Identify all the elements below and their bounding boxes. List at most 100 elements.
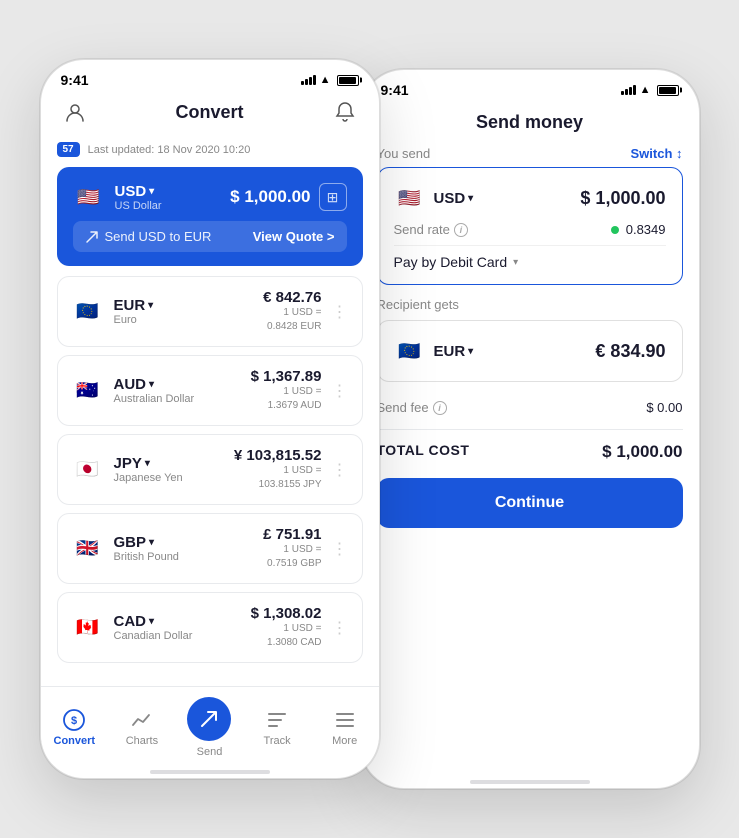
right-phone-content: You send Switch ↕ 🇺🇸 USD ▾ $ 1,000.00 (361, 146, 699, 774)
usd-code-right: USD ▾ (434, 190, 474, 207)
usd-name: US Dollar (115, 200, 162, 212)
aud-menu-icon[interactable]: ⋮ (332, 381, 348, 401)
send-rate-value: 0.8349 (611, 222, 666, 237)
gbp-menu-icon[interactable]: ⋮ (332, 539, 348, 559)
nav-charts-label: Charts (126, 735, 158, 747)
time-right: 9:41 (381, 82, 409, 98)
profile-icon[interactable] (61, 98, 89, 126)
eur-flag-right: 🇪🇺 (394, 335, 426, 367)
cad-flag: 🇨🇦 (72, 612, 104, 644)
nav-track-label: Track (264, 735, 291, 747)
jpy-rate: 1 USD =103.8155 JPY (234, 464, 322, 492)
gbp-card[interactable]: 🇬🇧 GBP ▾ British Pound £ 751.91 1 USD =0… (57, 513, 363, 584)
usd-flag: 🇺🇸 (73, 181, 105, 213)
signal-icon-right (621, 85, 636, 95)
gbp-flag: 🇬🇧 (72, 533, 104, 565)
home-indicator-right (470, 780, 590, 784)
send-fee-info-icon[interactable]: i (433, 401, 447, 415)
left-phone: 9:41 ▲ Conv (40, 59, 380, 779)
continue-button[interactable]: Continue (377, 478, 683, 528)
send-rate-label: Send rate i (394, 222, 468, 237)
last-updated-bar: 57 Last updated: 18 Nov 2020 10:20 (57, 136, 363, 167)
recipient-card: 🇪🇺 EUR ▾ € 834.90 (377, 320, 683, 382)
eur-card[interactable]: 🇪🇺 EUR ▾ Euro € 842.76 1 USD =0.8428 EUR (57, 276, 363, 347)
eur-amount: € 842.76 (263, 289, 321, 306)
jpy-code: JPY ▾ (114, 455, 183, 472)
jpy-menu-icon[interactable]: ⋮ (332, 460, 348, 480)
nav-track[interactable]: Track (247, 708, 307, 747)
gbp-amount: £ 751.91 (263, 526, 321, 543)
nav-charts[interactable]: Charts (112, 708, 172, 747)
recipient-row: 🇪🇺 EUR ▾ € 834.90 (394, 335, 666, 367)
nav-convert-label: Convert (54, 735, 96, 747)
nav-more[interactable]: More (315, 708, 375, 747)
eur-code-right: EUR ▾ (434, 343, 474, 360)
left-phone-content: 57 Last updated: 18 Nov 2020 10:20 🇺🇸 US… (41, 136, 379, 686)
you-send-card: 🇺🇸 USD ▾ $ 1,000.00 Send rate i (377, 167, 683, 285)
aud-flag: 🇦🇺 (72, 375, 104, 407)
wifi-icon-right: ▲ (640, 84, 651, 96)
you-send-label: You send (377, 146, 431, 161)
send-fab[interactable] (187, 697, 231, 741)
battery-icon (337, 75, 359, 86)
status-bar-left: 9:41 ▲ (41, 60, 379, 94)
usd-code: USD ▾ (115, 183, 162, 200)
wifi-icon: ▲ (320, 74, 331, 86)
header-title-left: Convert (89, 102, 331, 123)
header-left: Convert (41, 94, 379, 136)
total-cost-label: TOTAL COST (377, 442, 470, 462)
cad-name: Canadian Dollar (114, 630, 193, 642)
you-send-header-row: You send Switch ↕ (377, 146, 683, 161)
send-quote-row[interactable]: Send USD to EUR View Quote > (73, 221, 347, 252)
aud-name: Australian Dollar (114, 393, 195, 405)
send-rate-info-icon[interactable]: i (454, 223, 468, 237)
you-send-currency[interactable]: 🇺🇸 USD ▾ (394, 182, 474, 214)
send-rate-row: Send rate i 0.8349 (394, 214, 666, 246)
battery-icon-right (657, 85, 679, 96)
calculator-icon[interactable]: ⊞ (319, 183, 347, 211)
signal-icon (301, 75, 316, 85)
cad-rate: 1 USD =1.3080 CAD (251, 622, 322, 650)
usd-flag-right: 🇺🇸 (394, 182, 426, 214)
send-label: Send USD to EUR (85, 229, 212, 244)
nav-convert[interactable]: $ Convert (44, 708, 104, 747)
recipient-currency[interactable]: 🇪🇺 EUR ▾ (394, 335, 474, 367)
aud-card[interactable]: 🇦🇺 AUD ▾ Australian Dollar $ 1,367.89 1 … (57, 355, 363, 426)
send-fee-label: Send fee i (377, 400, 447, 415)
green-dot (611, 226, 619, 234)
status-icons-right: ▲ (621, 84, 679, 96)
bell-icon[interactable] (331, 98, 359, 126)
send-fee-value: $ 0.00 (646, 400, 682, 415)
total-cost-row: TOTAL COST $ 1,000.00 (377, 429, 683, 474)
svg-text:$: $ (71, 715, 77, 727)
switch-btn[interactable]: Switch ↕ (630, 146, 682, 161)
cad-amount: $ 1,308.02 (251, 605, 322, 622)
nav-send[interactable]: Send (179, 697, 239, 758)
last-updated-text: Last updated: 18 Nov 2020 10:20 (88, 144, 251, 156)
eur-flag: 🇪🇺 (72, 296, 104, 328)
view-quote-btn[interactable]: View Quote > (253, 229, 335, 244)
nav-send-label: Send (197, 746, 223, 758)
gbp-rate: 1 USD =0.7519 GBP (263, 543, 321, 571)
send-fee-row: Send fee i $ 0.00 (377, 390, 683, 425)
header-title-right: Send money (409, 112, 651, 133)
status-icons-left: ▲ (301, 74, 359, 86)
nav-more-label: More (332, 735, 357, 747)
total-cost-value: $ 1,000.00 (602, 442, 682, 462)
pay-method-label: Pay by Debit Card (394, 254, 508, 270)
main-currency-card[interactable]: 🇺🇸 USD ▾ US Dollar $ 1,000.00 ⊞ (57, 167, 363, 266)
eur-menu-icon[interactable]: ⋮ (332, 302, 348, 322)
pay-method-row[interactable]: Pay by Debit Card ▾ (394, 246, 666, 270)
jpy-flag: 🇯🇵 (72, 454, 104, 486)
aud-rate: 1 USD =1.3679 AUD (251, 385, 322, 413)
gbp-code: GBP ▾ (114, 534, 179, 551)
jpy-card[interactable]: 🇯🇵 JPY ▾ Japanese Yen ¥ 103,815.52 1 USD… (57, 434, 363, 505)
jpy-name: Japanese Yen (114, 472, 183, 484)
header-right: Send money (361, 104, 699, 146)
aud-code: AUD ▾ (114, 376, 195, 393)
jpy-amount: ¥ 103,815.52 (234, 447, 322, 464)
home-indicator-left (150, 770, 270, 774)
cad-menu-icon[interactable]: ⋮ (332, 618, 348, 638)
cad-card[interactable]: 🇨🇦 CAD ▾ Canadian Dollar $ 1,308.02 1 US… (57, 592, 363, 663)
bottom-nav-left: $ Convert Charts Send (41, 686, 379, 764)
